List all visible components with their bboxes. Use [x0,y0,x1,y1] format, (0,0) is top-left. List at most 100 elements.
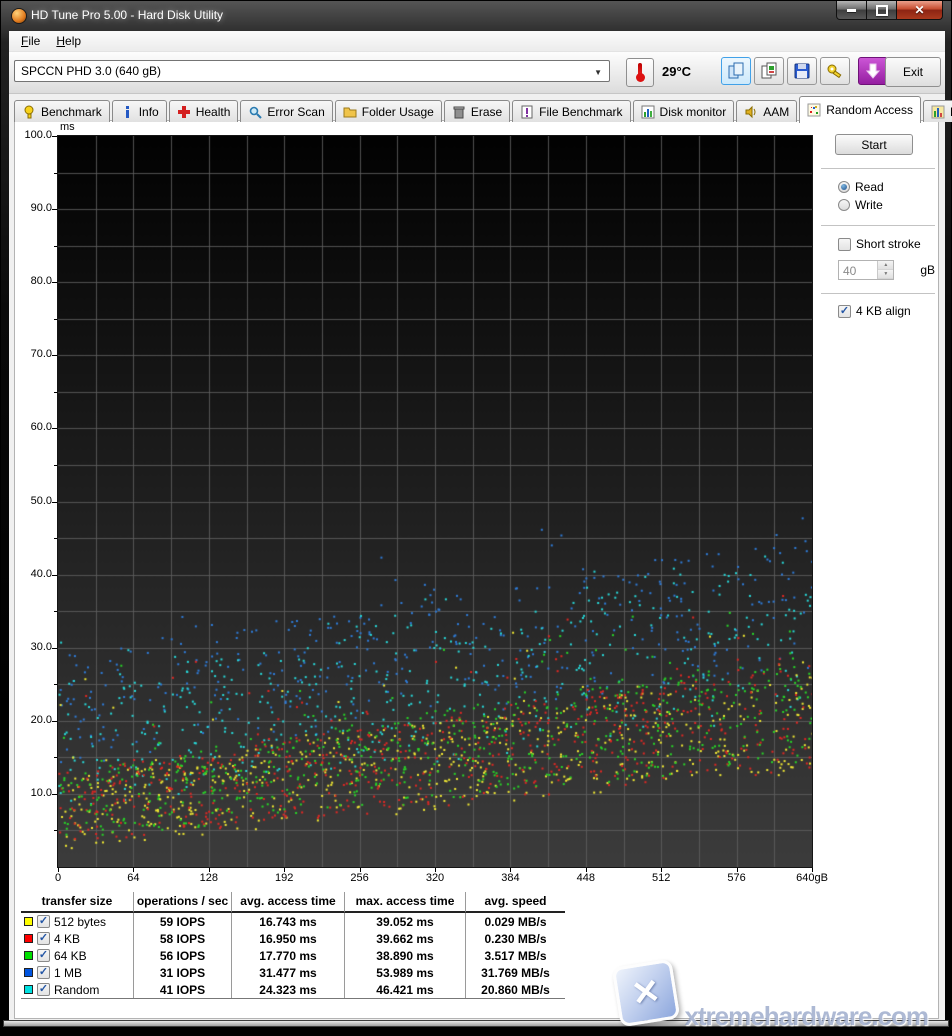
window-title: HD Tune Pro 5.00 - Hard Disk Utility [31,8,223,22]
table-value-cell: 58 IOPS [133,930,231,947]
tab-random-access[interactable]: Random Access [799,96,921,123]
transfer-size-checkbox[interactable]: ✓ [37,949,50,962]
table-row-label-cell: ✓ 512 bytes [21,913,133,930]
x-axis-tick [435,868,436,872]
transfer-size-checkbox[interactable]: ✓ [37,932,50,945]
tab-aam[interactable]: AAM [736,100,797,122]
y-axis-label: 100.0 [15,129,52,142]
series-color-swatch [24,917,33,926]
title-bar[interactable]: HD Tune Pro 5.00 - Hard Disk Utility ✕ [1,1,951,31]
menu-file[interactable]: File [13,32,48,50]
y-axis-tick [52,721,57,722]
info-icon [120,105,134,119]
menu-help[interactable]: Help [48,32,89,50]
temperature-button[interactable] [626,58,654,87]
tab-benchmark[interactable]: Benchmark [14,100,110,122]
y-axis-tick [52,282,57,283]
tab-folder-usage[interactable]: Folder Usage [335,100,442,122]
kb-align-checkbox[interactable]: ✓ [838,305,851,318]
short-stroke-checkbox[interactable] [838,238,851,251]
transfer-size-label: Random [54,983,99,997]
table-row-label-cell: ✓ Random [21,981,133,998]
tab-file-benchmark[interactable]: File Benchmark [512,100,630,122]
tab-label: Erase [471,105,502,119]
minimize-button[interactable] [836,1,867,20]
y-axis-tick [52,502,57,503]
y-axis-label: 50.0 [15,495,52,508]
copy-text-button[interactable] [721,57,751,85]
update-button[interactable] [858,57,888,85]
table-value-cell: 38.890 ms [344,947,465,964]
transfer-size-label: 512 bytes [54,915,106,929]
table-value-cell: 53.989 ms [344,964,465,981]
tab-disk-monitor[interactable]: Disk monitor [633,100,735,122]
save-icon [793,62,811,80]
error-scan-icon [248,105,262,119]
y-axis-tick [52,428,57,429]
save-button[interactable] [787,57,817,85]
close-button[interactable]: ✕ [896,1,943,20]
minimize-icon [847,9,856,12]
y-axis-label: 10.0 [15,787,52,800]
transfer-size-label: 4 KB [54,932,80,946]
exit-button[interactable]: Exit [885,57,941,87]
tab-info[interactable]: Info [112,100,167,122]
read-radio[interactable] [838,181,850,193]
table-value-cell: 24.323 ms [231,981,344,998]
transfer-size-checkbox[interactable]: ✓ [37,983,50,996]
y-axis-tick [54,830,57,831]
maximize-icon [876,5,888,16]
spinner-arrows[interactable]: ▲▼ [877,261,893,279]
separator [821,225,935,227]
tab-error-scan[interactable]: Error Scan [240,100,332,122]
start-button[interactable]: Start [835,134,913,155]
tab-label: AAM [763,105,789,119]
table-value-cell: 31 IOPS [133,964,231,981]
window-controls: ✕ [836,1,943,20]
write-radio[interactable] [838,199,850,211]
app-window: HD Tune Pro 5.00 - Hard Disk Utility ✕ F… [0,0,952,1030]
table-row-label-cell: ✓64 KB [21,947,133,964]
x-axis-tick [58,868,59,872]
random-access-icon [807,103,821,117]
disk-monitor-icon [641,105,655,119]
tab-strip: BenchmarkInfoHealthError ScanFolder Usag… [9,94,945,122]
menu-bar: File Help [9,31,945,52]
toolbar: SPCCN PHD 3.0 (640 gB) ▼ 29°C [9,52,945,94]
x-axis-label: 640gB [796,872,828,884]
download-arrow-icon [865,63,881,79]
y-axis-tick [54,684,57,685]
tab-extra-tests[interactable]: Extra tests [923,100,952,122]
toolbar-buttons [721,57,888,85]
maximize-button[interactable] [867,1,896,20]
tab-erase[interactable]: Erase [444,100,510,122]
x-axis-label: 448 [577,872,595,884]
copy-icon [727,62,745,80]
transfer-size-checkbox[interactable]: ✓ [37,915,50,928]
table-row-label-cell: ✓ 4 KB [21,930,133,947]
x-axis-label: 128 [200,872,218,884]
options-button[interactable] [820,57,850,85]
series-color-swatch [24,934,33,943]
x-axis-tick [510,868,511,872]
table-value-cell: 59 IOPS [133,913,231,930]
x-axis-label: 64 [127,872,139,884]
tab-health[interactable]: Health [169,100,239,122]
y-axis-label: 30.0 [15,641,52,654]
table-value-cell: 16.950 ms [231,930,344,947]
x-axis-label: 0 [55,872,61,884]
x-axis-tick [209,868,210,872]
drive-select[interactable]: SPCCN PHD 3.0 (640 gB) ▼ [14,60,610,82]
random-access-chart [57,135,813,868]
drive-select-value: SPCCN PHD 3.0 (640 gB) [21,64,161,78]
y-axis-tick [54,757,57,758]
options-icon [826,62,844,80]
y-axis-label: 40.0 [15,568,52,581]
transfer-size-checkbox[interactable]: ✓ [37,966,50,979]
x-axis-label: 512 [652,872,670,884]
copy-image-button[interactable] [754,57,784,85]
separator [821,293,935,295]
aam-icon [744,105,758,119]
table-value-cell: 39.052 ms [344,913,465,930]
stroke-size-spinner[interactable]: 40 ▲▼ [838,260,894,280]
